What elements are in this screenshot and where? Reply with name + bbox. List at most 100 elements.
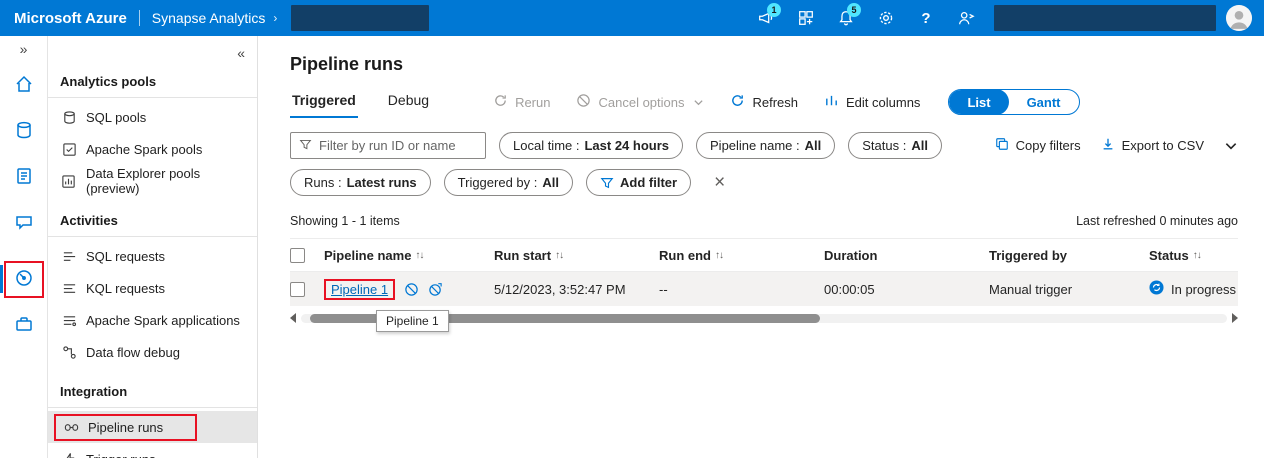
sidebar-item-label: SQL requests bbox=[86, 249, 165, 264]
sidebar-item-sql-requests[interactable]: SQL requests bbox=[48, 240, 257, 272]
copy-filters-button[interactable]: Copy filters bbox=[995, 137, 1081, 154]
sort-icon: ↑↓ bbox=[415, 250, 423, 261]
rail-item-data[interactable] bbox=[0, 108, 48, 154]
cancel-options-button[interactable]: Cancel options bbox=[576, 93, 704, 111]
row-checkbox[interactable] bbox=[290, 282, 305, 297]
filter-pill-local-time[interactable]: Local time : Last 24 hours bbox=[499, 132, 683, 159]
sidebar-item-apache-spark-pools[interactable]: Apache Spark pools bbox=[48, 133, 257, 165]
column-header-run-start[interactable]: Run start ↑↓ bbox=[494, 248, 659, 263]
pill-label: Runs : bbox=[304, 175, 342, 190]
view-toggle-list[interactable]: List bbox=[949, 89, 1008, 115]
pill-label: Pipeline name : bbox=[710, 138, 800, 153]
refresh-button[interactable]: Refresh bbox=[730, 93, 798, 111]
status-cell: In progress bbox=[1149, 280, 1238, 298]
filter-pill-runs[interactable]: Runs : Latest runs bbox=[290, 169, 431, 196]
product-name[interactable]: Synapse Analytics bbox=[152, 10, 266, 26]
pill-label: Local time : bbox=[513, 138, 579, 153]
spark-applications-icon bbox=[61, 313, 77, 328]
cancel-recursive-icon[interactable] bbox=[428, 282, 443, 297]
column-header-pipeline-name[interactable]: Pipeline name ↑↓ bbox=[324, 248, 494, 263]
data-flow-debug-icon bbox=[61, 345, 77, 360]
sidebar-item-kql-requests[interactable]: KQL requests bbox=[48, 272, 257, 304]
sidebar-item-label: SQL pools bbox=[86, 110, 146, 125]
help-icon: ? bbox=[921, 10, 930, 27]
sidebar-item-label: KQL requests bbox=[86, 281, 165, 296]
cancel-circle-icon bbox=[576, 93, 591, 111]
tab-triggered[interactable]: Triggered bbox=[290, 86, 358, 118]
view-toggle-gantt[interactable]: Gantt bbox=[1009, 89, 1079, 115]
pipeline-runs-icon bbox=[63, 420, 79, 435]
deployments-button[interactable] bbox=[786, 0, 826, 36]
filter-pill-pipeline-name[interactable]: Pipeline name : All bbox=[696, 132, 835, 159]
sidebar-item-trigger-runs[interactable]: Trigger runs bbox=[48, 443, 257, 458]
rail-item-monitor[interactable] bbox=[0, 256, 48, 302]
column-header-duration[interactable]: Duration bbox=[824, 248, 989, 263]
feedback-button[interactable] bbox=[946, 0, 986, 36]
more-actions-chevron[interactable] bbox=[1224, 139, 1238, 153]
clear-filters-button[interactable]: × bbox=[714, 173, 725, 192]
pill-value: All bbox=[805, 138, 822, 153]
sidebar-item-sql-pools[interactable]: SQL pools bbox=[48, 101, 257, 133]
rail-item-manage[interactable] bbox=[0, 302, 48, 348]
triggered-by-cell: Manual trigger bbox=[989, 282, 1149, 297]
pill-label: Status : bbox=[862, 138, 906, 153]
column-label: Status bbox=[1149, 248, 1189, 263]
table-row[interactable]: Pipeline 1 5/12/2023, 3:52:47 PM bbox=[290, 272, 1238, 306]
export-csv-button[interactable]: Export to CSV bbox=[1101, 137, 1204, 154]
copy-icon bbox=[995, 137, 1009, 154]
filter-pill-triggered-by[interactable]: Triggered by : All bbox=[444, 169, 573, 196]
sidebar-item-label: Trigger runs bbox=[86, 452, 156, 458]
column-header-status[interactable]: Status ↑↓ bbox=[1149, 248, 1238, 263]
account-avatar[interactable] bbox=[1226, 5, 1252, 31]
pipeline-link[interactable]: Pipeline 1 bbox=[324, 279, 395, 300]
azure-topbar: Microsoft Azure Synapse Analytics › 1 bbox=[0, 0, 1264, 36]
azure-brand[interactable]: Microsoft Azure bbox=[0, 10, 127, 27]
filter-actions: Copy filters Export to CSV bbox=[995, 137, 1238, 154]
tab-debug[interactable]: Debug bbox=[386, 86, 431, 118]
export-csv-label: Export to CSV bbox=[1122, 138, 1204, 153]
section-activities: Activities SQL requests KQL bbox=[48, 203, 257, 368]
column-header-run-end[interactable]: Run end ↑↓ bbox=[659, 248, 824, 263]
view-toggle: List Gantt bbox=[948, 89, 1079, 115]
sidebar-collapse-button[interactable]: « bbox=[237, 45, 245, 61]
sidebar-item-data-flow-debug[interactable]: Data flow debug bbox=[48, 336, 257, 368]
rail-item-develop[interactable] bbox=[0, 154, 48, 200]
person-feedback-icon bbox=[957, 9, 975, 27]
rail-item-home[interactable] bbox=[0, 62, 48, 108]
rerun-button[interactable]: Rerun bbox=[493, 93, 550, 111]
announcements-button[interactable]: 1 bbox=[746, 0, 786, 36]
sidebar-item-label: Apache Spark applications bbox=[86, 313, 240, 328]
run-filter-searchbox[interactable] bbox=[290, 132, 486, 159]
run-start-cell: 5/12/2023, 3:52:47 PM bbox=[494, 282, 659, 297]
rail-item-integrate[interactable] bbox=[0, 200, 48, 246]
cancel-options-label: Cancel options bbox=[598, 95, 684, 110]
sidebar-item-apache-spark-applications[interactable]: Apache Spark applications bbox=[48, 304, 257, 336]
gauge-monitor-icon bbox=[14, 268, 34, 291]
main-content: Pipeline runs Triggered Debug Rerun bbox=[258, 36, 1264, 458]
tabs-toolbar-row: Triggered Debug Rerun bbox=[290, 85, 1238, 119]
run-filter-input[interactable] bbox=[319, 138, 495, 153]
filter-row-2: Runs : Latest runs Triggered by : All Ad… bbox=[290, 169, 1238, 196]
table-header-row: Pipeline name ↑↓ Run start ↑↓ Run end ↑↓… bbox=[290, 238, 1238, 272]
rail-expand-button[interactable]: » bbox=[0, 36, 47, 62]
scroll-right-arrow[interactable] bbox=[1232, 313, 1238, 323]
help-button[interactable]: ? bbox=[906, 0, 946, 36]
notifications-button[interactable]: 5 bbox=[826, 0, 866, 36]
column-header-triggered-by[interactable]: Triggered by bbox=[989, 248, 1149, 263]
duration-cell: 00:00:05 bbox=[824, 282, 989, 297]
data-explorer-pools-icon bbox=[61, 174, 77, 189]
sidebar-item-pipeline-runs[interactable]: Pipeline runs bbox=[48, 411, 257, 443]
filter-pill-status[interactable]: Status : All bbox=[848, 132, 942, 159]
cancel-run-icon[interactable] bbox=[404, 282, 419, 297]
scroll-left-arrow[interactable] bbox=[290, 313, 296, 323]
chat-bubble-icon bbox=[14, 212, 34, 235]
add-filter-button[interactable]: Add filter bbox=[586, 169, 691, 196]
edit-columns-button[interactable]: Edit columns bbox=[824, 93, 920, 111]
settings-button[interactable] bbox=[866, 0, 906, 36]
notebook-icon bbox=[14, 166, 34, 189]
sidebar-item-data-explorer-pools[interactable]: Data Explorer pools (preview) bbox=[48, 165, 257, 197]
copy-filters-label: Copy filters bbox=[1016, 138, 1081, 153]
select-all-checkbox[interactable] bbox=[290, 248, 305, 263]
toolbar: Rerun Cancel options bbox=[493, 93, 920, 111]
pill-value: Latest runs bbox=[347, 175, 417, 190]
